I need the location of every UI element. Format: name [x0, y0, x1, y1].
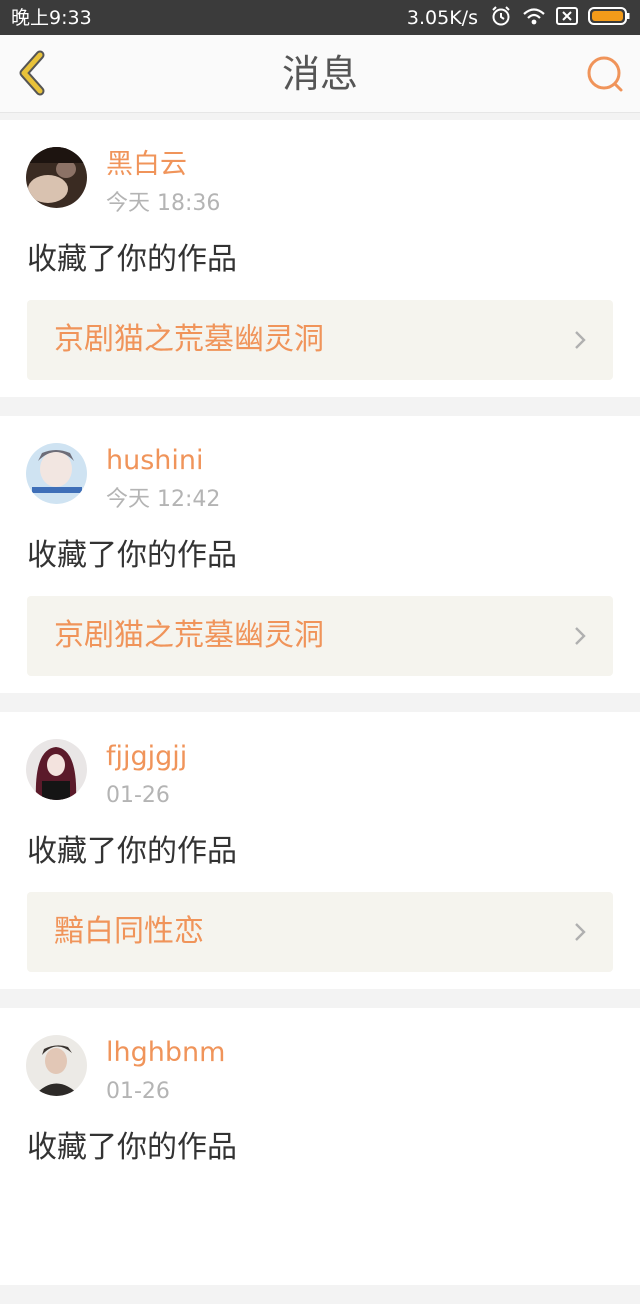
search-icon	[587, 56, 623, 92]
network-speed: 3.05K/s	[406, 7, 478, 29]
work-title: 京剧猫之荒墓幽灵洞	[54, 322, 324, 357]
action-text: 收藏了你的作品	[27, 1130, 237, 1165]
work-link[interactable]: 京剧猫之荒墓幽灵洞	[27, 596, 613, 676]
action-text: 收藏了你的作品	[27, 834, 237, 869]
work-title: 黯白同性恋	[54, 914, 204, 949]
message-card: fjjgjgjj 01-26 收藏了你的作品 黯白同性恋	[0, 712, 640, 989]
status-bar: 晚上9:33 3.05K/s	[0, 0, 640, 35]
chevron-right-icon	[575, 923, 586, 941]
work-link[interactable]: 京剧猫之荒墓幽灵洞	[27, 300, 613, 380]
work-title: 京剧猫之荒墓幽灵洞	[54, 618, 324, 653]
status-time: 晚上9:33	[11, 7, 92, 29]
timestamp: 01-26	[106, 783, 170, 808]
avatar[interactable]	[26, 739, 87, 800]
status-icons: 3.05K/s	[407, 5, 630, 31]
avatar[interactable]	[26, 1035, 87, 1096]
avatar[interactable]	[26, 147, 87, 208]
alarm-icon	[490, 5, 512, 31]
username[interactable]: lhghbnm	[106, 1036, 225, 1070]
timestamp: 今天 18:36	[106, 191, 221, 216]
message-card: 黑白云 今天 18:36 收藏了你的作品 京剧猫之荒墓幽灵洞	[0, 120, 640, 397]
work-link[interactable]: 黯白同性恋	[27, 892, 613, 972]
timestamp: 01-26	[106, 1079, 170, 1104]
sim-x-icon	[556, 7, 578, 29]
message-card: lhghbnm 01-26 收藏了你的作品	[0, 1008, 640, 1285]
wifi-icon	[522, 6, 546, 30]
username[interactable]: hushini	[106, 444, 204, 478]
nav-bar: 消息	[0, 35, 640, 113]
action-text: 收藏了你的作品	[27, 538, 237, 573]
chevron-right-icon	[575, 627, 586, 645]
timestamp: 今天 12:42	[106, 487, 221, 512]
action-text: 收藏了你的作品	[27, 242, 237, 277]
username[interactable]: fjjgjgjj	[106, 740, 187, 774]
page-title: 消息	[281, 52, 358, 96]
battery-icon	[588, 6, 630, 30]
avatar[interactable]	[26, 443, 87, 504]
message-list: 黑白云 今天 18:36 收藏了你的作品 京剧猫之荒墓幽灵洞 hushini 今…	[0, 120, 640, 1304]
username[interactable]: 黑白云	[106, 148, 187, 182]
chevron-right-icon	[575, 331, 586, 349]
search-button[interactable]	[584, 53, 626, 95]
message-card: hushini 今天 12:42 收藏了你的作品 京剧猫之荒墓幽灵洞	[0, 416, 640, 693]
